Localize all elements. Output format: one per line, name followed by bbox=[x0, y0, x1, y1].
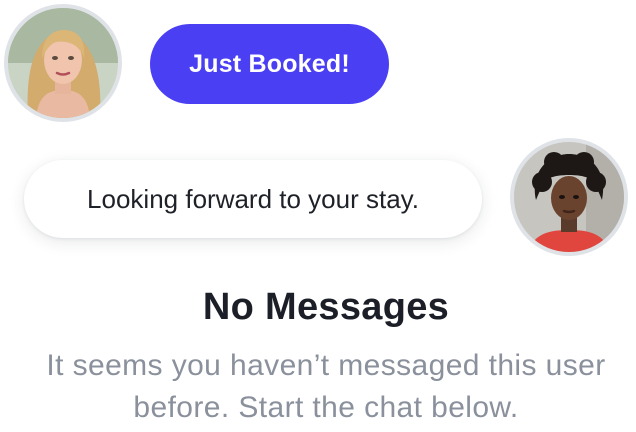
avatar-portrait-icon bbox=[8, 8, 118, 118]
incoming-message-bubble: Just Booked! bbox=[150, 24, 389, 104]
chat-empty-state-illustration: Just Booked! Looking forward to your sta… bbox=[0, 0, 636, 432]
empty-state-title: No Messages bbox=[202, 286, 450, 328]
user-avatar-curly-hair-woman bbox=[510, 138, 628, 256]
outgoing-message-text: Looking forward to your stay. bbox=[87, 183, 419, 214]
user-avatar-blonde-woman bbox=[4, 4, 122, 122]
outgoing-message-bubble: Looking forward to your stay. bbox=[24, 160, 482, 238]
empty-state-description: It seems you haven’t messaged this user … bbox=[46, 349, 606, 424]
avatar-portrait-icon bbox=[514, 142, 624, 252]
incoming-message-text: Just Booked! bbox=[189, 49, 350, 78]
